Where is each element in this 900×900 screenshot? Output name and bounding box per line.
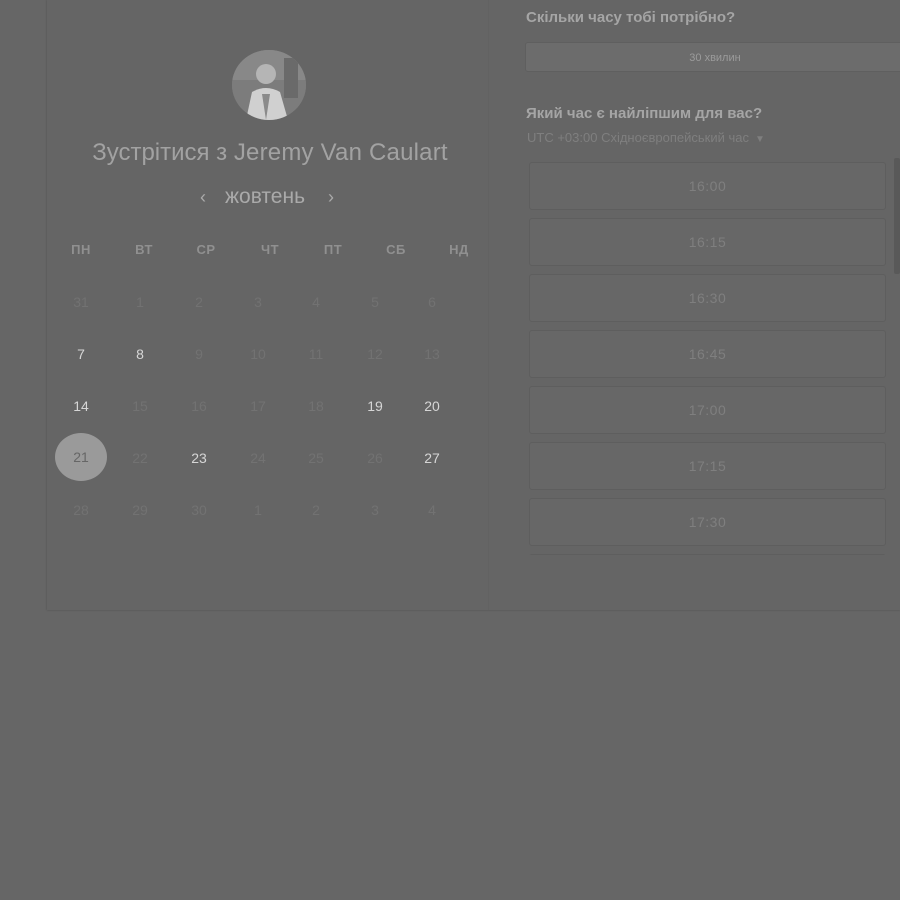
calendar-day-available[interactable]: 7 [55, 344, 107, 364]
time-slot-button[interactable]: 17:30 [529, 498, 886, 546]
caret-down-icon: ▼ [754, 134, 765, 145]
calendar-day: 4 [428, 502, 436, 518]
duration-question: Скільки часу тобі потрібно? [526, 9, 736, 26]
calendar-day: 26 [367, 450, 383, 466]
calendar-day-available[interactable]: 27 [406, 448, 458, 468]
weekday-label: ПН [71, 242, 91, 257]
calendar-day: 12 [367, 346, 383, 362]
weekday-label: ВТ [135, 242, 153, 257]
calendar-day: 30 [191, 502, 207, 518]
calendar-day: 5 [371, 294, 379, 310]
chevron-right-icon[interactable]: › [328, 186, 334, 208]
calendar-day-available[interactable]: 19 [349, 396, 401, 416]
calendar-day-available[interactable]: 8 [114, 344, 166, 364]
calendar-day: 10 [250, 346, 266, 362]
calendar-day: 15 [132, 398, 148, 414]
calendar-day: 13 [424, 346, 440, 362]
time-slot-button[interactable]: 17:45 [529, 554, 886, 555]
calendar-day: 3 [371, 502, 379, 518]
title-prefix: Зустрітися з [92, 139, 228, 166]
timezone-label: UTC +03:00 Східноєвропейський час [527, 130, 749, 145]
calendar-day: 18 [308, 398, 324, 414]
calendar-day: 3 [254, 294, 262, 310]
calendar-day: 1 [136, 294, 144, 310]
calendar-day: 17 [250, 398, 266, 414]
calendar-day-available[interactable]: 14 [55, 396, 107, 416]
time-slot-button[interactable]: 17:00 [529, 386, 886, 434]
page-title: Зустрітися з Jeremy Van Caulart [0, 139, 540, 167]
weekday-label: НД [449, 242, 469, 257]
calendar-day-available[interactable]: 23 [173, 448, 225, 468]
scrollbar[interactable] [894, 158, 900, 274]
calendar-day: 2 [312, 502, 320, 518]
time-slot-button[interactable]: 17:15 [529, 442, 886, 490]
calendar-day: 22 [132, 450, 148, 466]
time-question: Який час є найліпшим для вас? [526, 105, 763, 122]
weekday-label: ЧТ [260, 242, 280, 257]
weekday-label: СР [196, 242, 216, 257]
time-slot-list: 16:00 16:15 16:30 16:45 17:00 17:15 17:30 17:45 [529, 162, 886, 555]
time-slot-button[interactable]: 16:15 [529, 218, 886, 266]
duration-button[interactable]: 30 хвилин [525, 42, 900, 72]
calendar-day: 31 [73, 294, 89, 310]
calendar-day-available[interactable]: 20 [406, 396, 458, 416]
timezone-selector[interactable]: UTC +03:00 Східноєвропейський час ▼ [527, 130, 765, 145]
calendar-day: 9 [195, 346, 203, 362]
calendar-day: 29 [132, 502, 148, 518]
calendar-day: 25 [308, 450, 324, 466]
month-label: жовтень [225, 185, 306, 208]
avatar [232, 50, 306, 120]
time-slot-button[interactable]: 16:45 [529, 330, 886, 378]
weekday-label: ПТ [323, 242, 343, 257]
time-slot-button[interactable]: 16:00 [529, 162, 886, 210]
time-slot-button[interactable]: 16:30 [529, 274, 886, 322]
calendar-day: 6 [428, 294, 436, 310]
month-navigation: ‹ жовтень › [190, 183, 350, 213]
calendar-day: 24 [250, 450, 266, 466]
chevron-left-icon[interactable]: ‹ [200, 186, 206, 208]
selected-day[interactable]: 21 [55, 433, 107, 481]
calendar-day: 4 [312, 294, 320, 310]
weekday-label: СБ [386, 242, 406, 257]
host-name: Jeremy Van Caulart [233, 139, 448, 166]
calendar-day: 11 [308, 346, 324, 362]
calendar-day: 28 [73, 502, 89, 518]
calendar-day: 2 [195, 294, 203, 310]
calendar-day: 1 [254, 502, 262, 518]
calendar-day: 16 [191, 398, 207, 414]
